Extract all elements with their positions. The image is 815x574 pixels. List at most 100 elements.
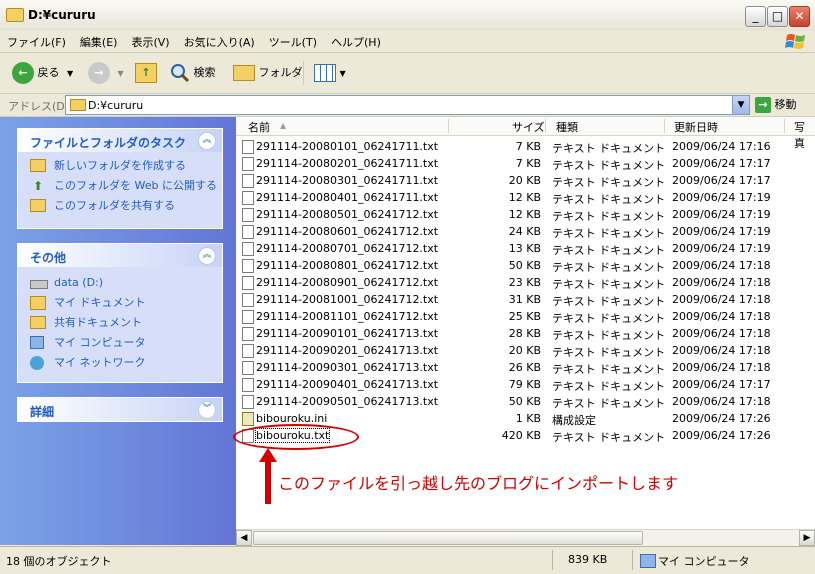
- collapse-chevron-icon[interactable]: ︽: [198, 247, 216, 265]
- file-row[interactable]: 291114-20080701_06241712.txt 13 KB テキスト ドキ…: [236, 240, 815, 257]
- task-new-folder-label: 新しいフォルダを作成する: [54, 159, 186, 172]
- file-name: 291114-20080601_06241712.txt: [256, 225, 439, 238]
- windows-logo-icon: [785, 34, 805, 49]
- file-row[interactable]: 291114-20090301_06241713.txt 26 KB テキスト ドキ…: [236, 359, 815, 376]
- folders-label: フォルダ: [258, 66, 303, 79]
- file-row[interactable]: 291114-20090201_06241713.txt 20 KB テキスト ドキ…: [236, 342, 815, 359]
- menu-bar: ファイル(F) 編集(E) 表示(V) お気に入り(A) ツール(T) ヘルプ(H): [0, 31, 815, 53]
- file-modified: 2009/06/24 17:19: [672, 208, 771, 221]
- file-row[interactable]: 291114-20080501_06241712.txt 12 KB テキスト ドキ…: [236, 206, 815, 223]
- status-location: マイ コンピュータ: [658, 555, 750, 568]
- title-bar[interactable]: D:¥cururu _ □ ✕: [0, 0, 815, 32]
- annotation-arrow-icon: [259, 448, 277, 504]
- text-file-icon: [242, 327, 254, 341]
- minimize-button[interactable]: _: [745, 6, 766, 27]
- file-size: 50 KB: [508, 395, 541, 408]
- file-row[interactable]: 291114-20090401_06241713.txt 79 KB テキスト ドキ…: [236, 376, 815, 393]
- other-places-title: その他: [30, 251, 67, 265]
- place-data-drive[interactable]: data (D:): [18, 273, 222, 293]
- address-dropdown-icon[interactable]: ▼: [732, 96, 749, 114]
- maximize-button[interactable]: □: [767, 6, 788, 27]
- forward-dropdown-icon[interactable]: ▼: [118, 69, 124, 78]
- column-divider[interactable]: [664, 119, 665, 133]
- go-button[interactable]: → 移動: [755, 96, 797, 113]
- column-divider[interactable]: [448, 119, 449, 133]
- forward-button[interactable]: → ▼: [88, 61, 124, 85]
- file-row[interactable]: 291114-20081101_06241712.txt 25 KB テキスト ドキ…: [236, 308, 815, 325]
- file-size: 50 KB: [508, 259, 541, 272]
- scrollbar-thumb[interactable]: [253, 531, 643, 545]
- file-row[interactable]: 291114-20080201_06241711.txt 7 KB テキスト ドキュ…: [236, 155, 815, 172]
- menu-tools[interactable]: ツール(T): [262, 31, 324, 50]
- status-object-count: 18 個のオブジェクト: [6, 555, 112, 568]
- up-folder-button[interactable]: ↑: [135, 61, 157, 85]
- file-row[interactable]: 291114-20080401_06241711.txt 12 KB テキスト ドキ…: [236, 189, 815, 206]
- search-button[interactable]: 検索: [170, 61, 216, 85]
- back-arrow-icon: ←: [12, 62, 34, 84]
- window-title: D:¥cururu: [28, 8, 96, 22]
- text-file-icon: [242, 140, 254, 154]
- drive-icon: [30, 280, 48, 289]
- task-publish-web[interactable]: ⬆ このフォルダを Web に公開する: [18, 176, 222, 196]
- expand-chevron-icon[interactable]: ︾: [198, 401, 216, 419]
- file-name: 291114-20081001_06241712.txt: [256, 293, 439, 306]
- task-share-folder[interactable]: このフォルダを共有する: [18, 196, 222, 216]
- back-dropdown-icon[interactable]: ▼: [67, 69, 73, 78]
- file-row[interactable]: 291114-20090501_06241713.txt 50 KB テキスト ドキ…: [236, 393, 815, 410]
- column-divider[interactable]: [784, 119, 785, 133]
- menu-view[interactable]: 表示(V): [124, 31, 176, 50]
- collapse-chevron-icon[interactable]: ︽: [198, 132, 216, 150]
- menu-edit[interactable]: 編集(E): [73, 31, 125, 50]
- task-new-folder[interactable]: 新しいフォルダを作成する: [18, 156, 222, 176]
- place-my-documents[interactable]: マイ ドキュメント: [18, 293, 222, 313]
- file-row[interactable]: 291114-20080901_06241712.txt 23 KB テキスト ドキ…: [236, 274, 815, 291]
- column-modified[interactable]: 更新日時: [674, 119, 718, 135]
- file-folder-tasks-title: ファイルとフォルダのタスク: [30, 136, 187, 150]
- file-row[interactable]: 291114-20080801_06241712.txt 50 KB テキスト ドキ…: [236, 257, 815, 274]
- place-my-computer[interactable]: マイ コンピュータ: [18, 333, 222, 353]
- file-type: テキスト ドキュメント: [552, 261, 666, 274]
- menu-favorites[interactable]: お気に入り(A): [177, 31, 262, 50]
- place-shared-documents[interactable]: 共有ドキュメント: [18, 313, 222, 333]
- place-my-documents-label: マイ ドキュメント: [54, 296, 146, 309]
- file-folder-tasks-header[interactable]: ファイルとフォルダのタスク ︽: [18, 129, 222, 152]
- close-button[interactable]: ✕: [789, 6, 810, 27]
- details-header[interactable]: 詳細 ︾: [18, 398, 222, 421]
- text-file-icon: [242, 191, 254, 205]
- scroll-right-icon[interactable]: ▶: [799, 530, 815, 546]
- column-type[interactable]: 種類: [556, 119, 578, 135]
- place-my-network[interactable]: マイ ネットワーク: [18, 353, 222, 373]
- sort-ascending-icon: ▲: [280, 121, 287, 130]
- scroll-left-icon[interactable]: ◀: [236, 530, 252, 546]
- file-modified: 2009/06/24 17:18: [672, 310, 771, 323]
- menu-file[interactable]: ファイル(F): [0, 31, 73, 50]
- address-field[interactable]: D:¥cururu ▼: [65, 95, 750, 115]
- folders-button[interactable]: フォルダ: [233, 61, 303, 85]
- file-type: テキスト ドキュメント: [552, 142, 666, 155]
- back-button[interactable]: ← 戻る ▼: [12, 61, 73, 85]
- file-row[interactable]: 291114-20080101_06241711.txt 7 KB テキスト ドキュ…: [236, 138, 815, 155]
- file-row[interactable]: 291114-20090101_06241713.txt 28 KB テキスト ドキ…: [236, 325, 815, 342]
- horizontal-scrollbar[interactable]: ◀ ▶: [236, 529, 815, 546]
- column-divider[interactable]: [545, 119, 546, 133]
- views-dropdown-icon: ▼: [339, 69, 346, 78]
- file-type: テキスト ドキュメント: [552, 278, 666, 291]
- column-size[interactable]: サイズ: [512, 119, 545, 135]
- file-row[interactable]: 291114-20080301_06241711.txt 20 KB テキスト ドキ…: [236, 172, 815, 189]
- computer-icon: [640, 554, 656, 568]
- file-size: 12 KB: [508, 191, 541, 204]
- menu-help[interactable]: ヘルプ(H): [324, 31, 388, 50]
- file-modified: 2009/06/24 17:17: [672, 378, 771, 391]
- file-name: 291114-20080301_06241711.txt: [256, 174, 439, 187]
- other-places-header[interactable]: その他 ︽: [18, 244, 222, 267]
- column-name[interactable]: 名前: [248, 119, 270, 135]
- file-type: テキスト ドキュメント: [552, 431, 666, 444]
- file-type: テキスト ドキュメント: [552, 380, 666, 393]
- file-folder-tasks-panel: ファイルとフォルダのタスク ︽ 新しいフォルダを作成する ⬆ このフォルダを We…: [17, 128, 223, 229]
- file-size: 7 KB: [515, 140, 541, 153]
- toolbar-divider: [303, 61, 304, 85]
- place-my-network-label: マイ ネットワーク: [54, 356, 146, 369]
- file-row[interactable]: 291114-20080601_06241712.txt 24 KB テキスト ドキ…: [236, 223, 815, 240]
- file-row[interactable]: 291114-20081001_06241712.txt 31 KB テキスト ドキ…: [236, 291, 815, 308]
- views-button[interactable]: ▼: [314, 61, 346, 85]
